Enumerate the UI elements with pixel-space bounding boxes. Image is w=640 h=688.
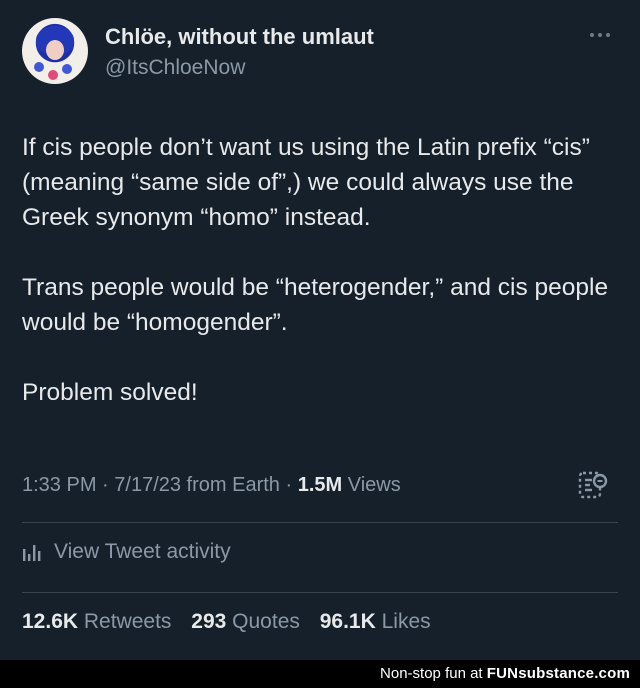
meta-separator: ·	[96, 474, 115, 496]
likes-label: Likes	[381, 610, 431, 633]
divider	[22, 522, 618, 523]
views-count: 1.5M	[297, 474, 343, 496]
watermark-text: Non-stop fun at	[380, 665, 487, 682]
views-label: Views	[342, 474, 401, 496]
meta-separator: ·	[279, 474, 298, 496]
likes-stat[interactable]: 96.1K Likes	[320, 610, 431, 633]
tweet-date[interactable]: 7/17/23	[114, 474, 181, 496]
tweet-paragraph: Trans people would be “heterogender,” an…	[22, 274, 609, 336]
retweets-stat[interactable]: 12.6K Retweets	[22, 610, 171, 633]
view-tweet-activity-link[interactable]: View Tweet activity	[22, 540, 231, 564]
tweet-meta: 1:33 PM · 7/17/23 from Earth · 1.5M View…	[22, 474, 401, 497]
avatar-flower	[62, 64, 72, 74]
view-tweet-activity-label: View Tweet activity	[54, 540, 231, 563]
likes-count: 96.1K	[319, 610, 376, 633]
watermark-bar: Non-stop fun at FUNsubstance.com	[0, 660, 640, 688]
divider	[22, 592, 618, 593]
watermark-brand: FUNsubstance.com	[486, 665, 630, 682]
display-name[interactable]: Chlöe, without the umlaut	[105, 24, 374, 50]
avatar-flower	[34, 62, 44, 72]
analytics-bars-icon	[23, 545, 41, 561]
user-handle[interactable]: @ItsChloeNow	[105, 56, 245, 80]
more-horizontal-icon[interactable]	[590, 30, 618, 40]
tweet-time[interactable]: 1:33 PM	[22, 474, 96, 496]
quotes-stat[interactable]: 293 Quotes	[191, 610, 300, 633]
tweet-card: Chlöe, without the umlaut @ItsChloeNow I…	[0, 0, 640, 660]
retweets-label: Retweets	[83, 610, 172, 633]
avatar-flower	[48, 70, 58, 80]
watermark: Non-stop fun at FUNsubstance.com	[380, 665, 630, 682]
engagement-stats: 12.6K Retweets 293 Quotes 96.1K Likes	[22, 610, 445, 634]
translate-icon[interactable]	[578, 470, 608, 504]
tweet-paragraph: Problem solved!	[22, 379, 198, 406]
avatar[interactable]	[22, 18, 88, 84]
tweet-text: If cis people don’t want us using the La…	[22, 130, 622, 410]
quotes-count: 293	[191, 610, 227, 633]
quotes-label: Quotes	[232, 610, 300, 633]
tweet-paragraph: If cis people don’t want us using the La…	[22, 134, 590, 231]
retweets-count: 12.6K	[22, 610, 79, 633]
avatar-face	[46, 40, 64, 60]
tweet-source: from Earth	[181, 474, 280, 496]
